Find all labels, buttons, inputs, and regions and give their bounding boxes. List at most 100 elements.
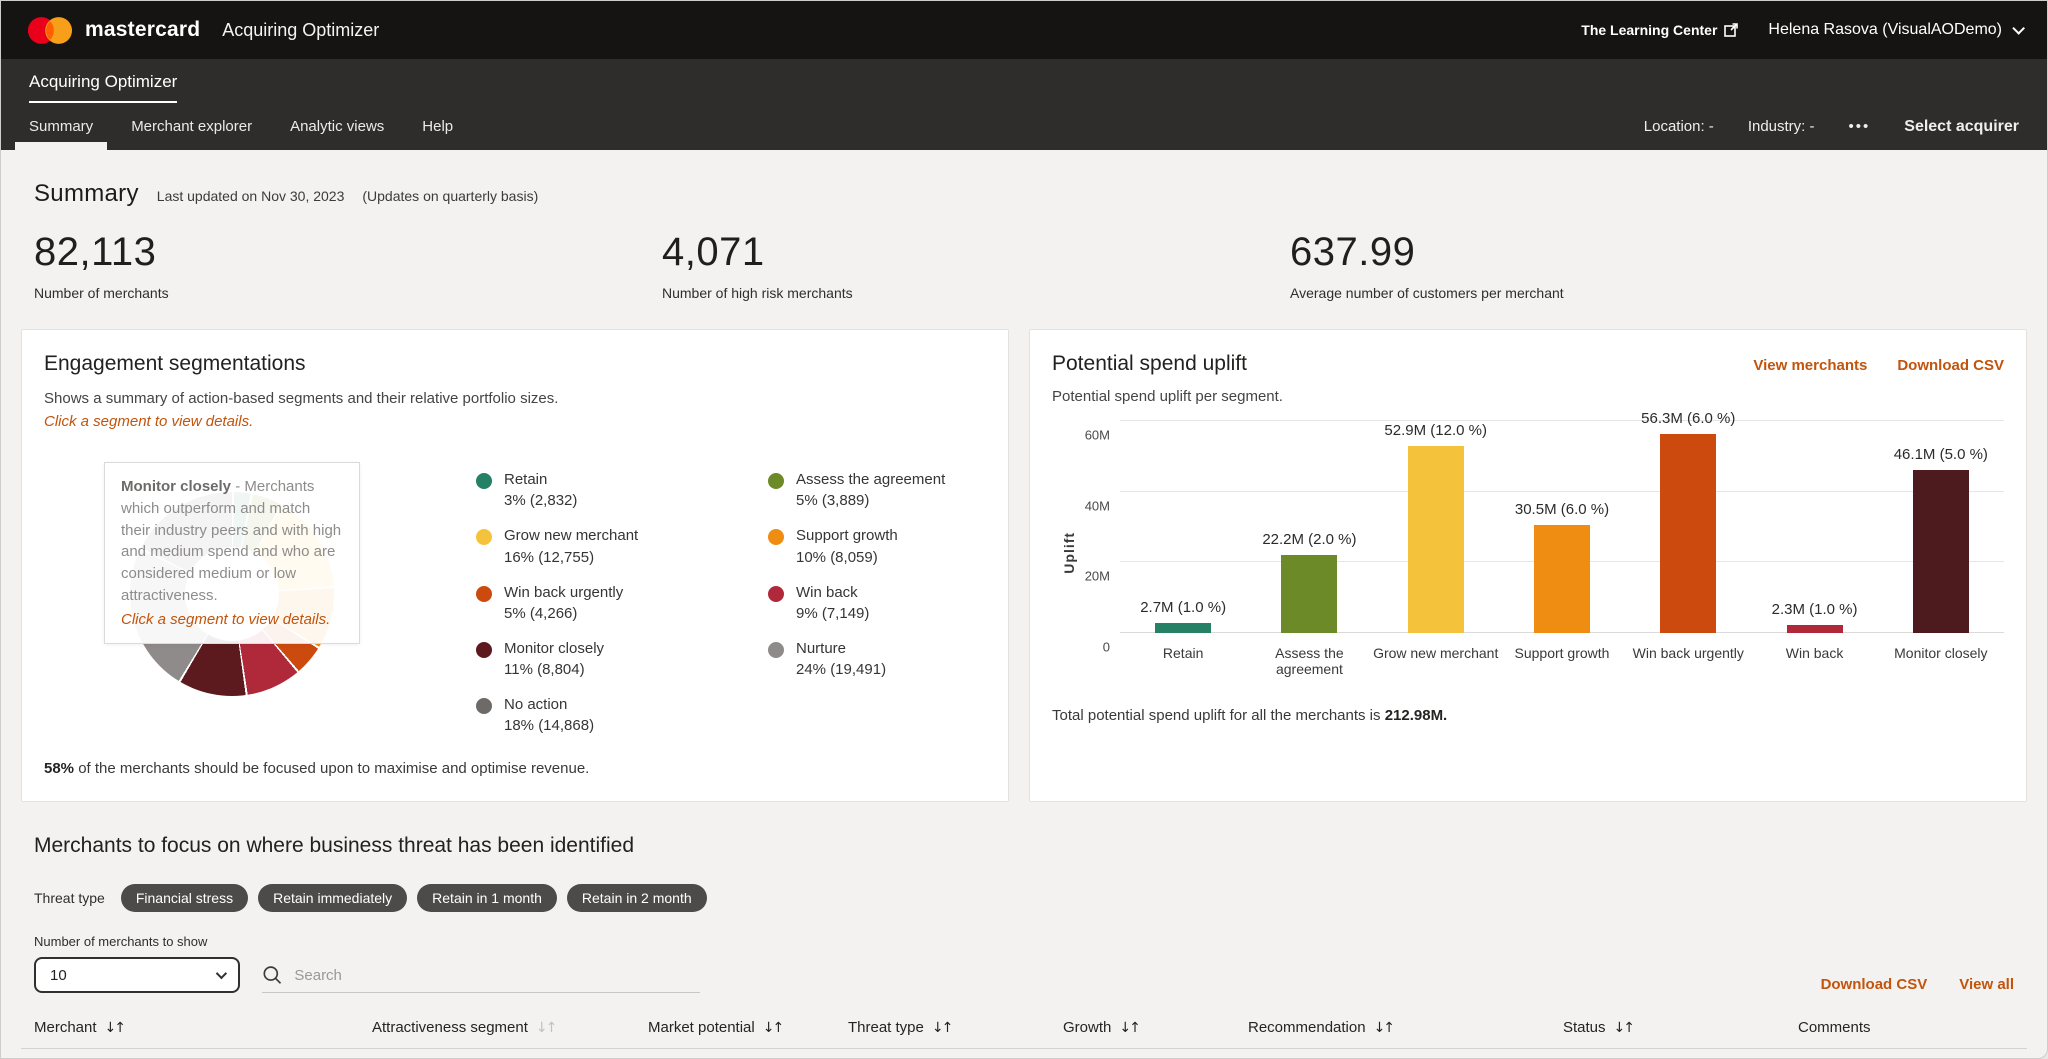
- x-axis-label: Assess the agreement: [1246, 645, 1372, 677]
- y-tick-label: 40M: [1085, 498, 1110, 513]
- legend-item-monitor-closely[interactable]: Monitor closely11% (8,804): [476, 639, 768, 678]
- sort-icon[interactable]: ↓↑: [763, 1020, 782, 1036]
- nav-tab-summary[interactable]: Summary: [29, 103, 93, 150]
- legend-dot-icon: [476, 642, 492, 658]
- table-row: Merchant11138(25068)Address10521, State1…: [21, 1048, 2027, 1059]
- engagement-card-description: Shows a summary of action-based segments…: [44, 390, 986, 407]
- engagement-footnote: 58% of the merchants should be focused u…: [44, 760, 986, 777]
- threat-pill-retain-immediately[interactable]: Retain immediately: [258, 884, 407, 912]
- product-tab-acquiring-optimizer[interactable]: Acquiring Optimizer: [29, 72, 177, 103]
- sort-icon[interactable]: ↓↑: [1374, 1020, 1393, 1036]
- bar-monitor-closely[interactable]: 46.1M (5.0 %): [1878, 421, 2004, 633]
- y-tick-label: 60M: [1085, 428, 1110, 443]
- sub-header: Acquiring Optimizer Summary Merchant expl…: [1, 59, 2047, 150]
- sort-icon[interactable]: ↓↑: [105, 1020, 124, 1036]
- bar-rect[interactable]: [1787, 625, 1843, 633]
- bar-support-growth[interactable]: 30.5M (6.0 %): [1499, 421, 1625, 633]
- more-filters-button[interactable]: •••: [1849, 118, 1871, 135]
- threat-type-pills: Financial stress Retain immediately Retain…: [121, 884, 707, 912]
- bar-rect[interactable]: [1281, 555, 1337, 633]
- legend-item-nurture[interactable]: Nurture24% (19,491): [768, 639, 986, 678]
- stat-number-of-high-risk-merchants: 4,071 Number of high risk merchants: [662, 230, 1290, 301]
- x-axis-label: Grow new merchant: [1373, 645, 1499, 677]
- threat-pill-retain-in-2-month[interactable]: Retain in 2 month: [567, 884, 707, 912]
- bar-rect[interactable]: [1408, 446, 1464, 633]
- top-header: mastercard Acquiring Optimizer The Learn…: [1, 1, 2047, 59]
- sort-icon[interactable]: ↓↑: [536, 1020, 555, 1036]
- y-axis-title: Uplift: [1061, 532, 1077, 574]
- sort-icon[interactable]: ↓↑: [932, 1020, 951, 1036]
- bar-assess-the-agreement[interactable]: 22.2M (2.0 %): [1246, 421, 1372, 633]
- legend-label: Win back: [796, 583, 869, 603]
- bar-rect[interactable]: [1913, 470, 1969, 633]
- uplift-total-text: Total potential spend uplift for all the…: [1052, 707, 2004, 724]
- legend-item-win-back-urgently[interactable]: Win back urgently5% (4,266): [476, 583, 768, 622]
- uplift-download-csv-link[interactable]: Download CSV: [1897, 357, 2004, 374]
- legend-value: 16% (12,755): [504, 549, 638, 566]
- threat-pill-financial-stress[interactable]: Financial stress: [121, 884, 248, 912]
- merchants-count-select[interactable]: 10: [34, 957, 240, 993]
- select-acquirer-button[interactable]: Select acquirer: [1904, 118, 2019, 136]
- bar-win-back[interactable]: 2.3M (1.0 %): [1751, 421, 1877, 633]
- engagement-card-title: Engagement segmentations: [44, 352, 986, 376]
- app-window: mastercard Acquiring Optimizer The Learn…: [0, 0, 2048, 1059]
- stat-label: Number of merchants: [34, 285, 662, 301]
- legend-item-grow-new-merchant[interactable]: Grow new merchant16% (12,755): [476, 526, 768, 565]
- legend-item-win-back[interactable]: Win back9% (7,149): [768, 583, 986, 622]
- nav-tab-analytic-views[interactable]: Analytic views: [290, 103, 384, 150]
- view-merchants-link[interactable]: View merchants: [1753, 357, 1867, 374]
- bar-grow-new-merchant[interactable]: 52.9M (12.0 %): [1373, 421, 1499, 633]
- nav-tab-merchant-explorer[interactable]: Merchant explorer: [131, 103, 252, 150]
- column-header-recommendation: Recommendation↓↑: [1248, 1019, 1563, 1036]
- nav-tab-help[interactable]: Help: [422, 103, 453, 150]
- bar-value-label: 30.5M (6.0 %): [1515, 501, 1609, 518]
- uplift-bar-chart: Uplift 020M40M60M2.7M (1.0 %)22.2M (2.0 …: [1052, 421, 2004, 677]
- search-input[interactable]: [294, 967, 700, 984]
- bar-rect[interactable]: [1155, 623, 1211, 633]
- legend-item-assess-the-agreement[interactable]: Assess the agreement5% (3,889): [768, 470, 986, 509]
- threat-type-label: Threat type: [34, 890, 105, 906]
- legend-dot-icon: [768, 529, 784, 545]
- search-icon: [262, 964, 282, 986]
- learning-center-link[interactable]: The Learning Center: [1581, 22, 1738, 38]
- merchants-to-show-label: Number of merchants to show: [34, 934, 240, 949]
- view-all-link[interactable]: View all: [1959, 976, 2014, 993]
- chevron-down-icon: [2012, 22, 2025, 35]
- y-tick-label: 20M: [1085, 569, 1110, 584]
- sort-icon[interactable]: ↓↑: [1119, 1020, 1138, 1036]
- click-segment-link[interactable]: Click a segment to view details.: [44, 413, 986, 430]
- legend-item-support-growth[interactable]: Support growth10% (8,059): [768, 526, 986, 565]
- bar-rect[interactable]: [1534, 525, 1590, 633]
- stat-value: 4,071: [662, 230, 1290, 275]
- legend-item-retain[interactable]: Retain3% (2,832): [476, 470, 768, 509]
- table-download-csv-link[interactable]: Download CSV: [1821, 976, 1928, 993]
- legend-value: 24% (19,491): [796, 661, 886, 678]
- stat-label: Number of high risk merchants: [662, 285, 1290, 301]
- legend-value: 11% (8,804): [504, 661, 604, 678]
- legend-value: 5% (4,266): [504, 605, 623, 622]
- user-menu[interactable]: Helena Rasova (VisualAODemo): [1768, 21, 2021, 39]
- bar-value-label: 2.3M (1.0 %): [1772, 601, 1858, 618]
- brand-name: mastercard: [85, 18, 200, 42]
- engagement-donut-chart[interactable]: Monitor closely - Merchants which outper…: [44, 456, 476, 708]
- column-header-star: [326, 1019, 372, 1036]
- legend-dot-icon: [768, 473, 784, 489]
- legend-dot-icon: [476, 586, 492, 602]
- main-nav: Summary Merchant explorer Analytic views He…: [29, 103, 491, 150]
- bar-rect[interactable]: [1660, 434, 1716, 633]
- legend-dot-icon: [476, 473, 492, 489]
- legend-label: Support growth: [796, 526, 898, 546]
- legend-dot-icon: [476, 529, 492, 545]
- bar-retain[interactable]: 2.7M (1.0 %): [1120, 421, 1246, 633]
- legend-item-no-action[interactable]: No action18% (14,868): [476, 695, 768, 734]
- sort-icon[interactable]: ↓↑: [1614, 1020, 1633, 1036]
- threat-pill-retain-in-1-month[interactable]: Retain in 1 month: [417, 884, 557, 912]
- bar-chart-plot: 020M40M60M2.7M (1.0 %)22.2M (2.0 %)52.9M…: [1120, 421, 2004, 633]
- industry-filter[interactable]: Industry: -: [1748, 118, 1815, 135]
- location-filter[interactable]: Location: -: [1644, 118, 1714, 135]
- merchants-table-body: Merchant11138(25068)Address10521, State1…: [21, 1048, 2027, 1059]
- external-link-icon: [1724, 23, 1738, 37]
- tooltip-cta-link[interactable]: Click a segment to view details.: [121, 609, 343, 631]
- legend-value: 5% (3,889): [796, 492, 945, 509]
- bar-win-back-urgently[interactable]: 56.3M (6.0 %): [1625, 421, 1751, 633]
